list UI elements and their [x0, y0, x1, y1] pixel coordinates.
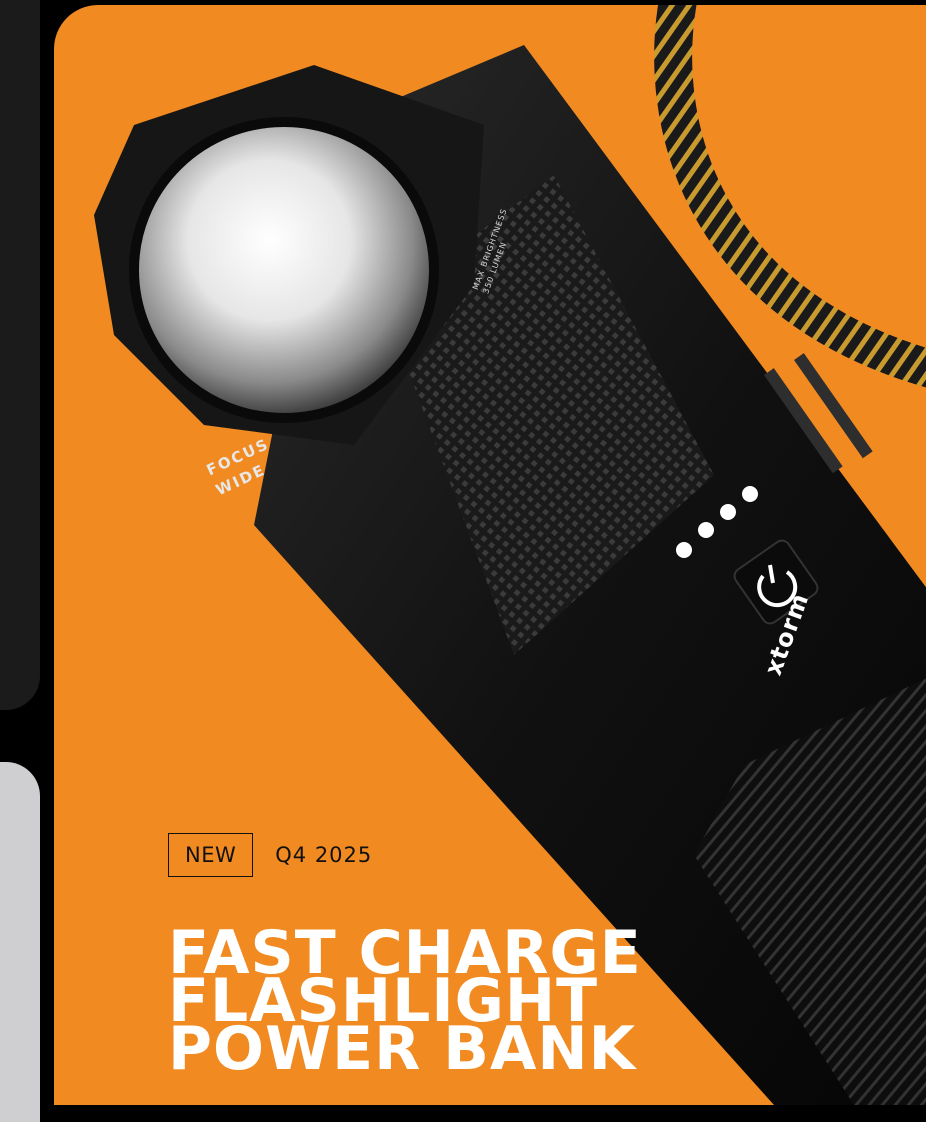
- product-hero-card[interactable]: FOCUS WIDE MAX BRIGHTNESS 350 LUMEN xtor…: [54, 5, 926, 1105]
- title-line-3: POWER BANK: [168, 1014, 637, 1084]
- product-title: FAST CHARGE FLASHLIGHT POWER BANK: [168, 923, 642, 1084]
- side-card-light[interactable]: [0, 762, 40, 1122]
- tag-row: NEW Q4 2025: [168, 833, 372, 877]
- new-badge: NEW: [168, 833, 254, 877]
- release-date: Q4 2025: [275, 843, 373, 867]
- side-card-dark[interactable]: [0, 0, 40, 710]
